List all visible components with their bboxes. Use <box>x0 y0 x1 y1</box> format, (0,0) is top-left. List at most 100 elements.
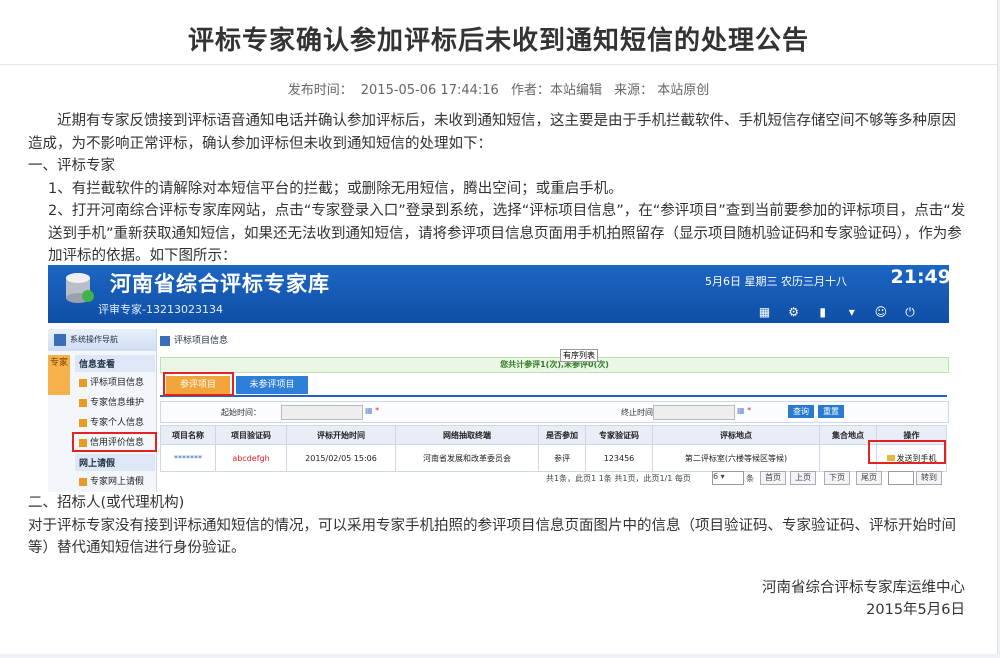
trash-icon[interactable]: ▾ <box>845 305 859 319</box>
date-display: 5月6日 星期三 农历三月十八 <box>705 275 847 288</box>
publish-time: 2015-05-06 17:44:16 <box>360 83 499 98</box>
signature: 河南省综合评标专家库运维中心 2015年5月6日 <box>762 577 965 621</box>
menu-bullet-icon <box>79 418 87 427</box>
pager-unit: 条 <box>746 474 754 483</box>
menu-bullet-icon <box>79 378 87 387</box>
sidebar-menu: 信息查看 评标项目信息 专家信息维护 专家个人信息 信用评价信息 网上请假 专家… <box>75 355 155 492</box>
cell-attend: 参评 <box>538 444 586 472</box>
menu-item-label: 评标项目信息 <box>90 378 145 388</box>
page-size-select[interactable]: 6 ▾ <box>712 471 744 485</box>
sidebar-title: 系统操作导航 <box>70 335 118 344</box>
col-project-name: 项目名称 <box>160 425 216 445</box>
power-icon[interactable]: ⏻ <box>903 305 917 319</box>
cell-expert-code: 123456 <box>585 444 653 472</box>
col-project-code: 项目验证码 <box>215 425 287 445</box>
calendar-icon[interactable]: ▦ * <box>365 406 379 415</box>
reset-button[interactable]: 重置 <box>818 405 844 418</box>
main-title: 评标项目信息 <box>160 333 228 346</box>
toolbar-icons: ▦ ⚙ ▮ ▾ ☺ ⏻ <box>748 301 917 319</box>
system-main: 评标项目信息 您共计参评1(次),未参评0(次) 有序列表 参评项目 未参评项目… <box>160 329 949 492</box>
tenderer-paragraph: 对于评标专家没有接到评标通知短信的情况，可以采用专家手机拍照的参评项目信息页面图… <box>28 517 956 557</box>
menu-item-label: 专家个人信息 <box>90 418 145 428</box>
system-title: 河南省综合评标专家库 <box>110 272 330 296</box>
start-time-label: 起始时间： <box>221 408 261 417</box>
calendar-icon[interactable]: ▦ * <box>737 406 751 415</box>
cell-terminal: 河南省发展和改革委员会 <box>395 444 539 472</box>
main-title-text: 评标项目信息 <box>174 336 229 346</box>
side-tab-expert[interactable]: 专家 <box>48 355 70 395</box>
col-attend: 是否参加 <box>538 425 586 445</box>
sidebar-header: 系统操作导航 <box>48 329 156 351</box>
menu-item-expert-personal[interactable]: 专家个人信息 <box>75 414 155 432</box>
menu-bullet-icon <box>79 477 87 486</box>
cell-project-code: abcdefgh <box>215 444 287 472</box>
grid-icon[interactable]: ▦ <box>758 305 772 319</box>
expert-item-1: 1、有拦截软件的请解除对本短信平台的拦截；或删除无用短信，腾出空间；或重启手机。 <box>48 180 623 197</box>
jump-page-input[interactable] <box>888 471 914 485</box>
search-form: 起始时间： ▦ * 终止时间： ▦ * 查询 重置 <box>160 401 949 423</box>
tab-not-participated[interactable]: 未参评项目 <box>236 376 308 394</box>
system-header: 河南省综合评标专家库 评审专家-13213023134 5月6日 星期三 农历三… <box>48 265 949 323</box>
page-size-value: 6 <box>713 472 719 481</box>
footer-date: 2015年5月6日 <box>866 602 965 618</box>
participation-banner: 您共计参评1(次),未参评0(次) <box>160 357 949 373</box>
cell-project-name: ******* <box>160 444 216 472</box>
col-expert-code: 专家验证码 <box>585 425 653 445</box>
next-page-button[interactable]: 下页 <box>824 471 850 485</box>
col-terminal: 网络抽取终端 <box>395 425 539 445</box>
menu-group-view: 信息查看 <box>75 355 155 372</box>
embedded-system-screenshot: 河南省综合评标专家库 评审专家-13213023134 5月6日 星期三 农历三… <box>48 265 949 492</box>
system-sidebar: 系统操作导航 专家 信息查看 评标项目信息 专家信息维护 专家个人信息 信用评价… <box>48 329 157 492</box>
article-meta: 发布时间： 2015-05-06 17:44:16 作者：本站编辑 来源： 本站原… <box>0 79 997 98</box>
section-tenderer: 二、招标人(或代理机构) <box>28 495 185 511</box>
prev-page-button[interactable]: 上页 <box>790 471 816 485</box>
article-title: 评标专家确认参加评标后未收到通知短信的处理公告 <box>187 26 809 56</box>
menu-item-project-info[interactable]: 评标项目信息 <box>75 374 155 392</box>
menu-item-label: 专家网上请假 <box>90 477 145 487</box>
article-body-lower: 二、招标人(或代理机构) 对于评标专家没有接到评标通知短信的情况，可以采用专家手… <box>28 492 968 560</box>
jump-button[interactable]: 转到 <box>916 471 942 485</box>
footer-org: 河南省综合评标专家库运维中心 <box>762 580 965 596</box>
publish-label: 发布时间： <box>287 83 353 98</box>
menu-item-leave[interactable]: 专家网上请假 <box>75 473 155 491</box>
intro-paragraph: 近期有专家反馈接到评标语音通知电话并确认参加评标后，未收到通知短信，这主要是由于… <box>28 113 956 152</box>
menu-bullet-icon <box>79 398 87 407</box>
project-table: 项目名称 项目验证码 评标开始时间 网络抽取终端 是否参加 专家验证码 评标地点… <box>160 425 947 472</box>
last-page-button[interactable]: 尾页 <box>856 471 882 485</box>
menu-group-leave: 网上请假 <box>75 454 155 471</box>
pagination: 共1条，此页1 1条 共1页，此页1/1 每页 6 ▾ 条 首页 上页 下页 尾… <box>160 469 947 487</box>
start-time-input[interactable] <box>281 405 363 420</box>
tooltip: 有序列表 <box>560 349 598 362</box>
cell-location: 第二评标室(六楼等候区等候) <box>652 444 820 472</box>
cell-start-time: 2015/02/05 15:06 <box>286 444 396 472</box>
expert-item-2: 2、打开河南综合评标专家库网站，点击“专家登录入口”登录到系统，选择“评标项目信… <box>48 203 966 264</box>
menu-item-expert-maintain[interactable]: 专家信息维护 <box>75 394 155 412</box>
clock: 21:49 <box>890 266 949 288</box>
page-icon <box>160 335 170 346</box>
end-time-input[interactable] <box>653 405 735 420</box>
users-icon[interactable]: ☺ <box>874 305 888 319</box>
highlight-box-menu <box>72 432 157 452</box>
article-body: 近期有专家反馈接到评标语音通知电话并确认参加评标后，未收到通知短信，这主要是由于… <box>28 110 968 268</box>
highlight-box-tab <box>163 372 234 396</box>
col-start-time: 评标开始时间 <box>286 425 396 445</box>
gear-icon[interactable]: ⚙ <box>787 305 801 319</box>
section-experts: 一、评标专家 <box>28 158 115 174</box>
menu-item-label: 专家信息维护 <box>90 398 145 408</box>
author: 作者：本站编辑 <box>510 83 602 98</box>
source: 来源： 本站原创 <box>614 83 710 98</box>
table-header-row: 项目名称 项目验证码 评标开始时间 网络抽取终端 是否参加 专家验证码 评标地点… <box>160 425 947 445</box>
database-icon <box>66 273 94 303</box>
article-page: 评标专家确认参加评标后未收到通知短信的处理公告 发布时间： 2015-05-06 … <box>0 0 998 654</box>
tab-bar: 参评项目 未参评项目 <box>160 375 947 397</box>
calendar-icon <box>54 333 66 346</box>
logged-user: 评审专家-13213023134 <box>98 303 223 316</box>
highlight-box-send <box>868 440 946 464</box>
clipboard-icon[interactable]: ▮ <box>816 305 830 319</box>
first-page-button[interactable]: 首页 <box>760 471 786 485</box>
col-location: 评标地点 <box>652 425 820 445</box>
table-row: ******* abcdefgh 2015/02/05 15:06 河南省发展和… <box>160 444 947 472</box>
search-button[interactable]: 查询 <box>788 405 814 418</box>
divider <box>0 64 997 65</box>
pager-summary: 共1条，此页1 1条 共1页，此页1/1 每页 <box>546 474 691 483</box>
